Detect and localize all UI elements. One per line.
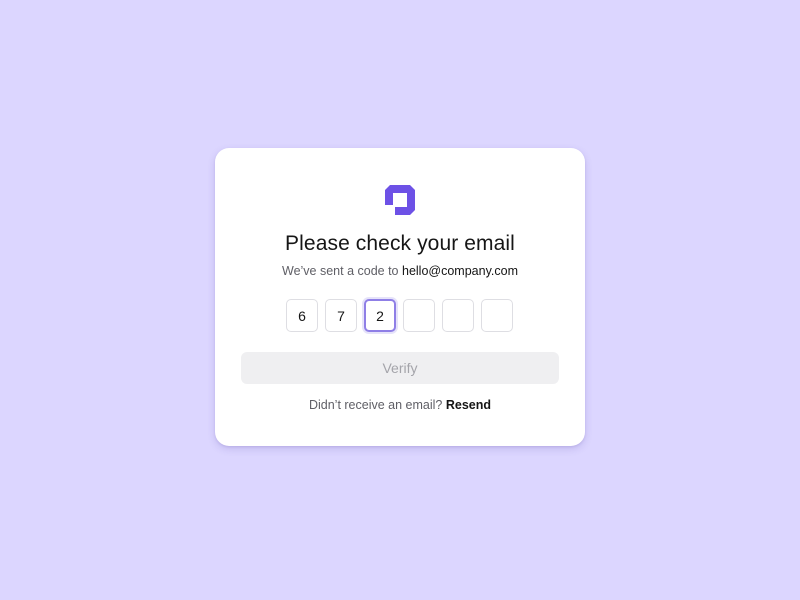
verify-button[interactable]: Verify [241, 352, 559, 384]
otp-input-group: 6 7 2 [286, 299, 513, 332]
email-address: hello@company.com [402, 264, 518, 278]
otp-digit-3[interactable]: 2 [364, 299, 396, 332]
subtitle-text: We’ve sent a code to [282, 264, 399, 278]
subtitle: We’ve sent a code to hello@company.com [215, 264, 585, 278]
verification-card: Please check your email We’ve sent a cod… [215, 148, 585, 446]
resend-link[interactable]: Resend [446, 398, 491, 412]
otp-digit-1[interactable]: 6 [286, 299, 318, 332]
otp-digit-4[interactable] [403, 299, 435, 332]
page-title: Please check your email [285, 232, 515, 255]
resend-prompt: Didn’t receive an email? [308, 398, 443, 412]
otp-digit-5[interactable] [442, 299, 474, 332]
otp-digit-6[interactable] [481, 299, 513, 332]
brand-logo-icon [385, 185, 415, 215]
resend-row: Didn’t receive an email? Resend [215, 398, 585, 412]
otp-digit-2[interactable]: 7 [325, 299, 357, 332]
